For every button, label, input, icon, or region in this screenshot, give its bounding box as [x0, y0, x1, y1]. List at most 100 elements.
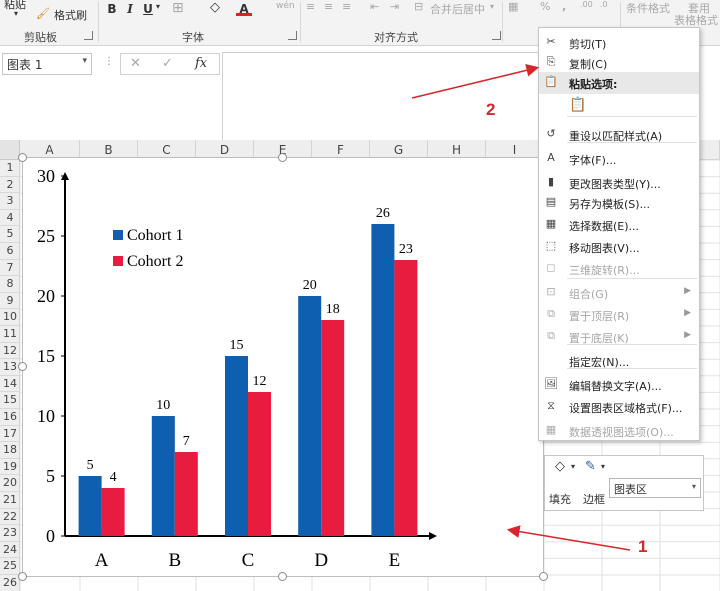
percent-button[interactable]: % — [540, 0, 550, 13]
fill-button[interactable]: 填充 — [549, 491, 571, 507]
align-center-icon[interactable]: ≡ — [324, 0, 333, 13]
merge-icon[interactable]: ⊟ — [414, 0, 423, 13]
phonetic-icon[interactable]: wén — [276, 1, 295, 11]
row-header[interactable]: 24 — [0, 542, 20, 559]
row-header[interactable]: 3 — [0, 193, 20, 210]
bar-cohort-1-B[interactable] — [151, 416, 175, 536]
decrease-indent-icon[interactable]: ⇤ — [370, 0, 379, 13]
align-left-icon[interactable]: ≡ — [306, 0, 315, 13]
align-right-icon[interactable]: ≡ — [342, 0, 351, 13]
row-header[interactable]: 5 — [0, 226, 20, 243]
increase-decimal-button[interactable]: .00 — [580, 0, 593, 9]
row-header[interactable]: 15 — [0, 392, 20, 409]
underline-button[interactable]: U — [140, 1, 156, 17]
row-header[interactable]: 10 — [0, 309, 20, 326]
row-header[interactable]: 12 — [0, 343, 20, 360]
menu-item-font[interactable]: A 字体(F)... — [539, 148, 699, 170]
row-header[interactable]: 2 — [0, 177, 20, 194]
row-header[interactable]: 17 — [0, 426, 20, 443]
menu-item-paste[interactable]: 📋 粘贴选项: — [539, 72, 699, 94]
bar-cohort-2-E[interactable] — [394, 260, 418, 536]
row-header[interactable]: 21 — [0, 492, 20, 509]
row-header[interactable]: 19 — [0, 459, 20, 476]
accounting-format-icon[interactable]: ▦ — [508, 0, 518, 13]
menu-item-alt-text[interactable]: 🖼 编辑替换文字(A)... — [539, 374, 699, 396]
cancel-icon[interactable]: ✕ — [130, 56, 141, 71]
merge-dropdown-icon[interactable]: ▾ — [490, 2, 494, 11]
fill-color-icon[interactable]: ◇ — [210, 0, 220, 15]
row-header[interactable]: 26 — [0, 575, 20, 591]
fill-bucket-icon[interactable]: ◇ — [555, 459, 565, 474]
row-header[interactable]: 18 — [0, 442, 20, 459]
menu-item-format-area[interactable]: ⧖ 设置图表区域格式(F)... — [539, 396, 699, 418]
comma-button[interactable]: , — [562, 0, 566, 13]
border-pen-icon[interactable]: ✎ — [585, 459, 596, 474]
chevron-down-icon[interactable]: ▾ — [82, 56, 87, 66]
row-header[interactable]: 9 — [0, 293, 20, 310]
underline-dropdown-icon[interactable]: ▾ — [156, 2, 160, 11]
bar-cohort-1-A[interactable] — [78, 476, 102, 536]
border-dropdown-icon[interactable]: ▾ — [601, 462, 605, 471]
chart-element-select[interactable]: 图表区 ▾ — [609, 478, 701, 498]
row-header[interactable]: 11 — [0, 326, 20, 343]
row-header[interactable]: 23 — [0, 525, 20, 542]
menu-item-copy[interactable]: ⎘ 复制(C) — [539, 52, 699, 74]
row-header[interactable]: 20 — [0, 475, 20, 492]
bar-cohort-1-D[interactable] — [298, 296, 322, 536]
name-box[interactable]: 图表 1 ▾ — [2, 53, 92, 75]
menu-item-reset-style[interactable]: ↺ 重设以匹配样式(A) — [539, 124, 699, 146]
decrease-decimal-button[interactable]: .0 — [600, 0, 608, 9]
menu-item-save-template[interactable]: ▤ 另存为模板(S)... — [539, 192, 699, 214]
alignment-launcher-icon[interactable] — [492, 31, 501, 40]
fill-dropdown-icon[interactable]: ▾ — [571, 462, 575, 471]
enter-icon[interactable]: ✓ — [162, 56, 173, 71]
row-header[interactable]: 1 — [0, 160, 20, 177]
row-header[interactable]: 25 — [0, 558, 20, 575]
row-header[interactable]: 8 — [0, 276, 20, 293]
resize-handle[interactable] — [18, 153, 27, 162]
menu-item-select-data[interactable]: ▦ 选择数据(E)... — [539, 214, 699, 236]
resize-handle[interactable] — [18, 572, 27, 581]
border-icon[interactable]: ⊞ — [172, 0, 184, 16]
row-header[interactable]: 14 — [0, 376, 20, 393]
font-launcher-icon[interactable] — [288, 31, 297, 40]
resize-handle[interactable] — [18, 362, 27, 371]
bold-button[interactable]: B — [104, 1, 120, 17]
row-header[interactable]: 6 — [0, 243, 20, 260]
legend-label[interactable]: Cohort 1 — [127, 227, 183, 244]
menu-item-paste-option[interactable]: 📋 — [539, 94, 699, 122]
insert-function-button[interactable]: fx — [195, 56, 207, 71]
resize-handle[interactable] — [278, 153, 287, 162]
format-painter-button[interactable]: 格式刷 — [54, 7, 87, 23]
chart-object[interactable]: 0 5 10 15 20 25 30 5 10 15 20 26 4 7 12 18 23 A B C D E Cohort… — [22, 157, 544, 577]
bar-cohort-2-D[interactable] — [321, 320, 345, 536]
row-header[interactable]: 7 — [0, 260, 20, 277]
clipboard-launcher-icon[interactable] — [84, 31, 93, 40]
bar-cohort-2-B[interactable] — [174, 452, 198, 536]
table-format-label-2[interactable]: 表格格式 — [674, 12, 718, 28]
border-button[interactable]: 边框 — [583, 491, 605, 507]
merge-center-button[interactable]: 合并后居中 — [430, 1, 485, 17]
bar-cohort-2-A[interactable] — [101, 488, 125, 536]
bar-cohort-1-C[interactable] — [225, 356, 248, 536]
row-header[interactable]: 4 — [0, 210, 20, 227]
paste-dropdown-icon[interactable]: ▾ — [14, 9, 18, 18]
row-header[interactable]: 13 — [0, 359, 20, 376]
select-all-corner[interactable] — [0, 140, 20, 160]
italic-button[interactable]: I — [122, 1, 138, 17]
chevron-down-icon[interactable]: ▾ — [692, 482, 696, 491]
menu-item-move-chart[interactable]: ⬚ 移动图表(V)... — [539, 236, 699, 258]
menu-item-assign-macro[interactable]: 指定宏(N)... — [539, 350, 699, 372]
resize-handle[interactable] — [539, 572, 548, 581]
legend-label[interactable]: Cohort 2 — [127, 253, 183, 270]
resize-handle[interactable] — [278, 572, 287, 581]
increase-indent-icon[interactable]: ⇥ — [390, 0, 399, 13]
font-color-button[interactable]: A — [236, 1, 252, 16]
menu-item-chart-type[interactable]: ▮ 更改图表类型(Y)... — [539, 172, 699, 194]
bar-cohort-1-E[interactable] — [371, 224, 395, 536]
conditional-format-button[interactable]: 条件格式 — [626, 0, 670, 16]
row-header[interactable]: 16 — [0, 409, 20, 426]
menu-item-scissors[interactable]: ✂ 剪切(T) — [539, 32, 699, 54]
drag-handle-icon[interactable]: ⋮ — [104, 56, 114, 67]
row-header[interactable]: 22 — [0, 509, 20, 526]
